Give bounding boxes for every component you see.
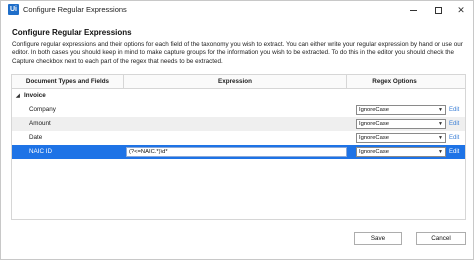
- maximize-icon: [434, 6, 442, 14]
- column-header-fields[interactable]: Document Types and Fields: [12, 75, 124, 89]
- expression-input[interactable]: (?<=NAIC.*)\d*: [126, 147, 347, 157]
- page-title: Configure Regular Expressions: [12, 28, 132, 37]
- close-button[interactable]: ✕: [451, 1, 471, 19]
- field-name: NAIC ID: [29, 148, 53, 155]
- maximize-button[interactable]: [428, 1, 448, 19]
- table-row[interactable]: Company IgnoreCase ▼ Edit: [12, 103, 465, 117]
- group-label: Invoice: [24, 92, 46, 99]
- edit-link[interactable]: Edit: [449, 145, 459, 159]
- dropdown-arrow-icon: ▼: [438, 149, 443, 155]
- select-value: IgnoreCase: [359, 135, 389, 141]
- regex-options-select[interactable]: IgnoreCase ▼: [356, 147, 446, 157]
- save-button[interactable]: Save: [354, 232, 402, 245]
- dialog-window: Ui Configure Regular Expressions ✕ Confi…: [0, 0, 474, 260]
- edit-link[interactable]: Edit: [449, 131, 459, 145]
- cancel-button[interactable]: Cancel: [416, 232, 466, 245]
- dropdown-arrow-icon: ▼: [438, 107, 443, 113]
- dropdown-arrow-icon: ▼: [438, 121, 443, 127]
- grid-header: Document Types and Fields Expression Reg…: [12, 75, 465, 89]
- field-name: Amount: [29, 120, 51, 127]
- expression-cell[interactable]: [126, 133, 347, 143]
- regex-options-select[interactable]: IgnoreCase ▼: [356, 133, 446, 143]
- app-logo-icon: Ui: [8, 4, 19, 15]
- collapse-triangle-icon[interactable]: ◢: [16, 90, 20, 102]
- group-row-invoice[interactable]: ◢ Invoice: [12, 90, 465, 102]
- regex-options-select[interactable]: IgnoreCase ▼: [356, 119, 446, 129]
- minimize-icon: [409, 9, 417, 11]
- window-title: Configure Regular Expressions: [23, 5, 127, 14]
- field-name: Company: [29, 106, 56, 113]
- table-row[interactable]: Amount IgnoreCase ▼ Edit: [12, 117, 465, 131]
- select-value: IgnoreCase: [359, 107, 389, 113]
- dropdown-arrow-icon: ▼: [438, 135, 443, 141]
- description-text: Configure regular expressions and their …: [12, 41, 463, 65]
- column-header-options[interactable]: Regex Options: [347, 75, 442, 89]
- title-bar[interactable]: Ui Configure Regular Expressions ✕: [1, 1, 473, 19]
- select-value: IgnoreCase: [359, 121, 389, 127]
- edit-link[interactable]: Edit: [449, 117, 459, 131]
- expression-cell[interactable]: [126, 105, 347, 115]
- select-value: IgnoreCase: [359, 149, 389, 155]
- close-icon: ✕: [457, 4, 465, 15]
- edit-link[interactable]: Edit: [449, 103, 459, 117]
- regex-grid: Document Types and Fields Expression Reg…: [11, 74, 466, 220]
- minimize-button[interactable]: [403, 1, 423, 19]
- expression-cell[interactable]: [126, 119, 347, 129]
- regex-options-select[interactable]: IgnoreCase ▼: [356, 105, 446, 115]
- column-header-expression[interactable]: Expression: [124, 75, 347, 89]
- table-row-selected[interactable]: NAIC ID (?<=NAIC.*)\d* IgnoreCase ▼ Edit: [12, 145, 465, 159]
- table-row[interactable]: Date IgnoreCase ▼ Edit: [12, 131, 465, 145]
- field-name: Date: [29, 134, 43, 141]
